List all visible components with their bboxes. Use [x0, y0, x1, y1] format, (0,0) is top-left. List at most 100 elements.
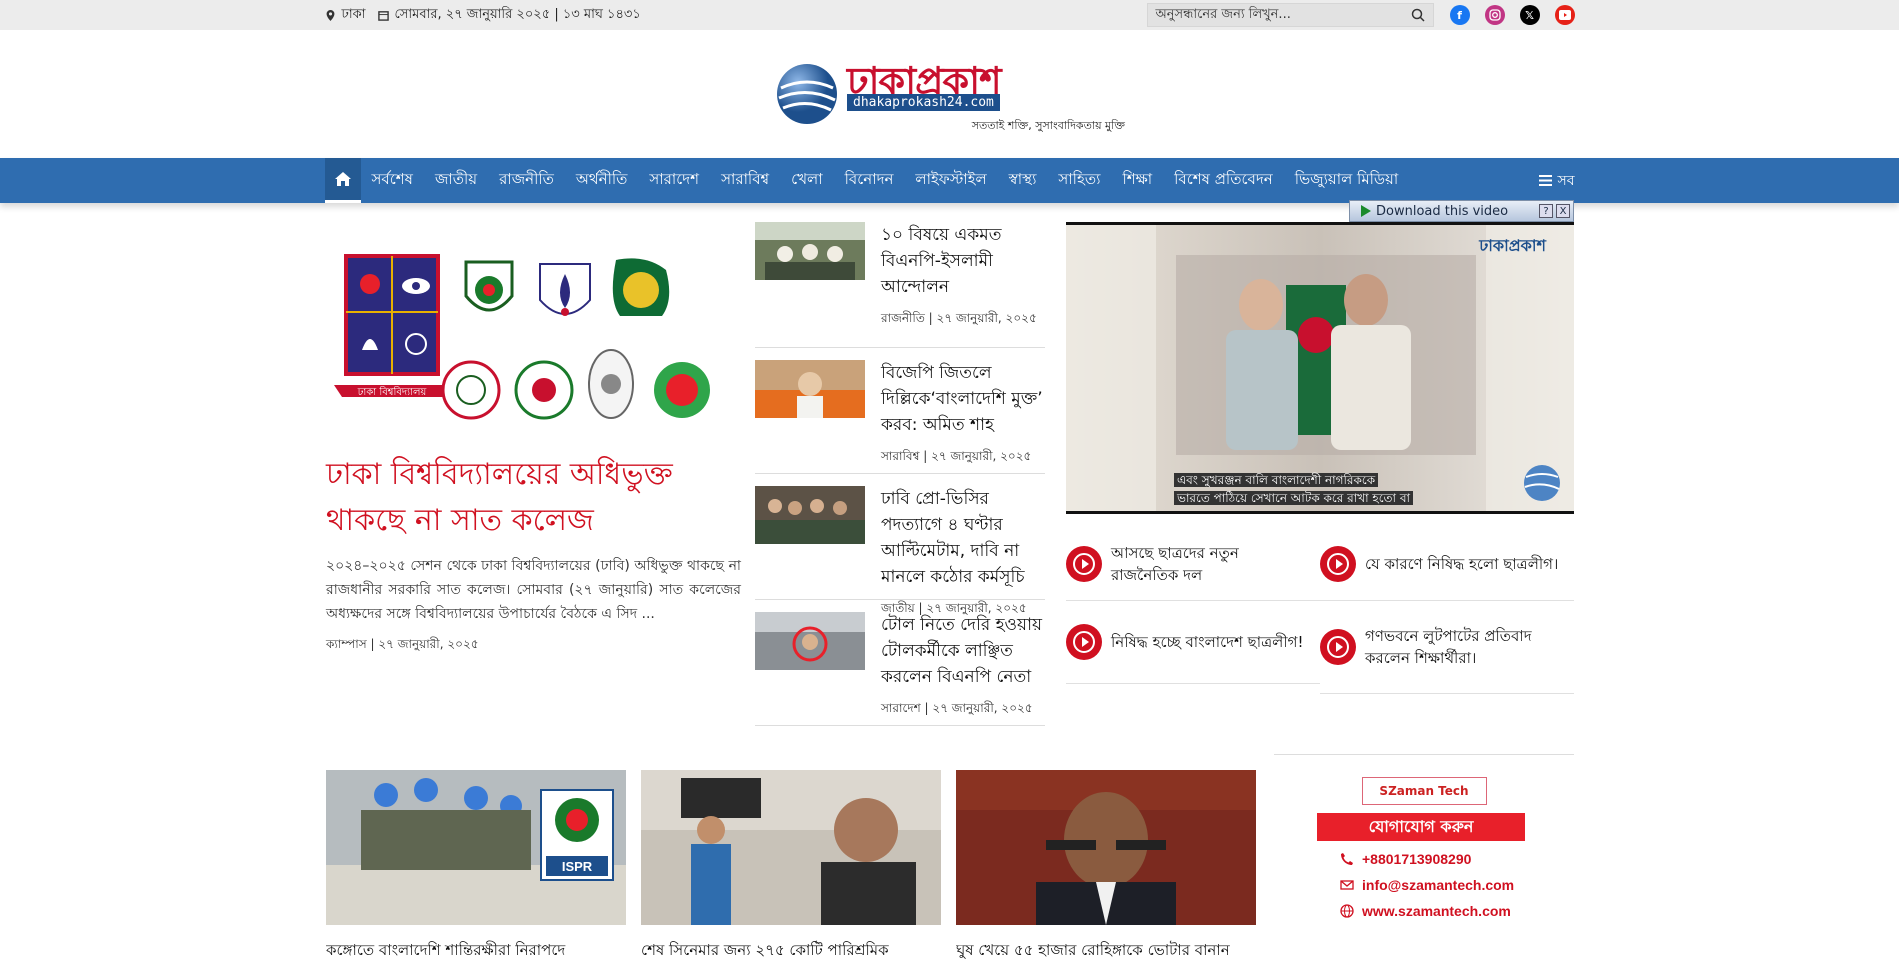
video-caption-line1: এবং সুখরঞ্জন বালি বাংলাদেশী নাগরিককে — [1174, 473, 1379, 487]
video-title[interactable]: নিষিদ্ধ হচ্ছে বাংলাদেশ ছাত্রলীগ! — [1111, 631, 1303, 653]
download-help-button[interactable]: ? — [1539, 204, 1553, 218]
lead-headline[interactable]: ঢাকা বিশ্ববিদ্যালয়ের অধিভুক্ত থাকছে না … — [326, 452, 741, 544]
list-item[interactable]: বিজেপি জিতলে দিল্লিকে‘বাংলাদেশি মুক্ত’ ক… — [755, 348, 1045, 474]
menu-icon — [1539, 175, 1553, 186]
email-icon — [1340, 880, 1354, 890]
featured-video[interactable]: ঢাকাপ্রকাশ এবং সুখরঞ্জন বালি বাংলাদেশী ন… — [1066, 222, 1574, 514]
play-icon[interactable] — [1320, 629, 1356, 665]
site-header: ঢাকাপ্রকাশ dhakaprokash24.com সততাই শক্ত… — [0, 30, 1899, 158]
news-title[interactable]: বিজেপি জিতলে দিল্লিকে‘বাংলাদেশি মুক্ত’ ক… — [881, 360, 1045, 438]
news-card-image[interactable]: ISPR — [326, 770, 626, 925]
search-icon[interactable] — [1411, 8, 1425, 22]
news-card-title[interactable]: কঙ্গোতে বাংলাদেশি শান্তিরক্ষীরা নিরাপদে — [326, 939, 626, 964]
news-thumbnail[interactable] — [755, 612, 865, 670]
news-title[interactable]: ঢাবি প্রো-ভিসির পদত্যাগে ৪ ঘণ্টার আল্টিম… — [881, 486, 1045, 590]
globe-icon — [777, 64, 837, 124]
list-item[interactable]: টোল নিতে দেরি হওয়ায় টোলকর্মীকে লাঞ্ছিত… — [755, 600, 1045, 726]
news-card-title[interactable]: ঘুষ খেয়ে ৫৫ হাজার রোহিঙ্গাকে ভোটার বানা… — [956, 939, 1256, 964]
video-list-item[interactable]: যে কারণে নিষিদ্ধ হলো ছাত্রলীগ। — [1320, 528, 1574, 601]
top-bar: ঢাকা সোমবার, ২৭ জানুয়ারি ২০২৫ | ১৩ মাঘ … — [0, 0, 1899, 30]
home-button[interactable] — [324, 158, 361, 203]
x-icon[interactable]: 𝕏 — [1519, 5, 1540, 25]
news-card[interactable]: শেষ সিনেমার জন্য ২৭৫ কোটি পারিশ্রমিক — [641, 770, 941, 964]
news-card[interactable]: ঘুষ খেয়ে ৫৫ হাজার রোহিঙ্গাকে ভোটার বানা… — [956, 770, 1256, 964]
globe-web-icon — [1340, 904, 1354, 918]
nav-item-special-report[interactable]: বিশেষ প্রতিবেদন — [1163, 168, 1284, 193]
play-icon[interactable] — [1066, 546, 1102, 582]
news-meta: রাজনীতি | ২৭ জানুয়ারী, ২০২৫ — [881, 311, 1037, 325]
video-list-item[interactable]: আসছে ছাত্রদের নতুন রাজনৈতিক দল — [1066, 528, 1320, 601]
mid-news-list: ১০ বিষয়ে একমত বিএনপি-ইসলামী আন্দোলন রাজন… — [755, 222, 1045, 726]
nav-item-sports[interactable]: খেলা — [780, 168, 833, 193]
nav-item-world[interactable]: সারাবিশ্ব — [710, 168, 780, 193]
news-card-image[interactable] — [956, 770, 1256, 925]
list-item[interactable]: ১০ বিষয়ে একমত বিএনপি-ইসলামী আন্দোলন রাজন… — [755, 222, 1045, 348]
news-title[interactable]: টোল নিতে দেরি হওয়ায় টোলকর্মীকে লাঞ্ছিত… — [881, 612, 1045, 690]
date-location: ঢাকা সোমবার, ২৭ জানুয়ারি ২০২৫ | ১৩ মাঘ … — [325, 5, 641, 26]
lead-meta: ক্যাম্পাস | ২৭ জানুয়ারী, ২০২৫ — [326, 637, 479, 651]
ad-web[interactable]: www.szamantech.com — [1340, 903, 1574, 919]
video-caption: এবং সুখরঞ্জন বালি বাংলাদেশী নাগরিককে ভার… — [1174, 471, 1414, 507]
lead-story[interactable]: ঢাকা বিশ্ববিদ্যালয় ঢাকা বিশ্ববিদ্যালয়ে… — [326, 250, 741, 656]
news-meta: সারাবিশ্ব | ২৭ জানুয়ারী, ২০২৫ — [881, 449, 1032, 463]
news-card-title[interactable]: শেষ সিনেমার জন্য ২৭৫ কোটি পারিশ্রমিক — [641, 939, 941, 964]
video-title[interactable]: আসছে ছাত্রদের নতুন রাজনৈতিক দল — [1111, 542, 1310, 586]
nav-item-visual-media[interactable]: ভিজ্যুয়াল মিডিয়া — [1284, 168, 1410, 193]
ad-email[interactable]: info@szamantech.com — [1340, 877, 1574, 893]
phone-icon — [1341, 853, 1353, 865]
ad-phone-text: +8801713908290 — [1362, 851, 1472, 867]
du-ribbon-text: ঢাকা বিশ্ববিদ্যালয় — [357, 386, 428, 398]
nav-item-literature[interactable]: সাহিত্য — [1047, 168, 1111, 193]
logo-url: dhakaprokash24.com — [847, 94, 1000, 111]
site-logo[interactable]: ঢাকাপ্রকাশ dhakaprokash24.com সততাই শক্ত… — [775, 52, 1125, 142]
nav-item-national[interactable]: জাতীয় — [424, 168, 488, 193]
nav-all-label: সব — [1557, 172, 1575, 189]
news-title[interactable]: ১০ বিষয়ে একমত বিএনপি-ইসলামী আন্দোলন — [881, 222, 1045, 300]
lead-image[interactable]: ঢাকা বিশ্ববিদ্যালয় — [326, 250, 741, 430]
video-title[interactable]: গণভবনে লুটপাটের প্রতিবাদ করলেন শিক্ষার্থ… — [1365, 625, 1564, 669]
ad-phone[interactable]: +8801713908290 — [1340, 851, 1574, 867]
date-text: সোমবার, ২৭ জানুয়ারি ২০২৫ | ১৩ মাঘ ১৪৩১ — [394, 6, 641, 22]
sponsor-ad[interactable]: SZaman Tech যোগাযোগ করুন +8801713908290 … — [1274, 754, 1574, 919]
news-card-image[interactable] — [641, 770, 941, 925]
instagram-icon[interactable] — [1484, 5, 1505, 25]
download-video-bar: Download this video ? X — [1349, 200, 1574, 222]
video-list: আসছে ছাত্রদের নতুন রাজনৈতিক দল যে কারণে … — [1066, 528, 1574, 694]
nav-item-politics[interactable]: রাজনীতি — [488, 168, 565, 193]
download-close-button[interactable]: X — [1556, 204, 1570, 218]
szaman-brand: SZaman Tech — [1379, 784, 1469, 798]
play-triangle-icon — [1361, 205, 1371, 217]
szaman-tech-logo[interactable]: SZaman Tech — [1361, 777, 1487, 805]
news-thumbnail[interactable] — [755, 486, 865, 544]
news-card[interactable]: ISPR কঙ্গোতে বাংলাদেশি শান্তিরক্ষীরা নির… — [326, 770, 626, 964]
news-meta: সারাদেশ | ২৭ জানুয়ারী, ২০২৫ — [881, 701, 1033, 715]
video-title[interactable]: যে কারণে নিষিদ্ধ হলো ছাত্রলীগ। — [1365, 553, 1558, 575]
download-video-label: Download this video — [1376, 203, 1509, 219]
news-thumbnail[interactable] — [755, 222, 865, 280]
nav-item-latest[interactable]: সর্বশেষ — [361, 168, 424, 193]
nav-all-button[interactable]: সব — [1539, 169, 1575, 193]
download-video-button[interactable]: Download this video — [1350, 204, 1539, 219]
nav-item-country[interactable]: সারাদেশ — [638, 168, 710, 193]
search-input[interactable]: অনুসন্ধানের জন্য লিখুন... — [1146, 3, 1434, 27]
location-pin-icon — [326, 9, 334, 21]
contact-button[interactable]: যোগাযোগ করুন — [1317, 813, 1525, 841]
youtube-icon[interactable] — [1554, 5, 1575, 25]
ad-email-text: info@szamantech.com — [1362, 877, 1515, 893]
nav-item-lifestyle[interactable]: লাইফস্টাইল — [904, 168, 997, 193]
calendar-icon — [377, 10, 389, 21]
logo-tagline: সততাই শক্তি, সুসাংবাদিকতায় মুক্তি — [971, 119, 1125, 132]
nav-item-health[interactable]: স্বাস্থ্য — [998, 168, 1048, 193]
nav-item-entertainment[interactable]: বিনোদন — [834, 168, 905, 193]
video-watermark: ঢাকাপ্রকাশ — [1478, 236, 1546, 255]
video-list-item[interactable]: গণভবনে লুটপাটের প্রতিবাদ করলেন শিক্ষার্থ… — [1320, 601, 1574, 694]
news-thumbnail[interactable] — [755, 360, 865, 418]
nav-item-education[interactable]: শিক্ষা — [1111, 168, 1163, 193]
nav-item-economy[interactable]: অর্থনীতি — [565, 168, 639, 193]
list-item[interactable]: ঢাবি প্রো-ভিসির পদত্যাগে ৪ ঘণ্টার আল্টিম… — [755, 474, 1045, 615]
play-icon[interactable] — [1320, 546, 1356, 582]
video-list-item[interactable]: নিষিদ্ধ হচ্ছে বাংলাদেশ ছাত্রলীগ! — [1066, 601, 1320, 684]
video-caption-line2: ভারতে পাঠিয়ে সেখানে আটক করে রাখা হতো বা — [1174, 491, 1414, 505]
facebook-icon[interactable]: f — [1449, 5, 1470, 25]
play-icon[interactable] — [1066, 624, 1102, 660]
